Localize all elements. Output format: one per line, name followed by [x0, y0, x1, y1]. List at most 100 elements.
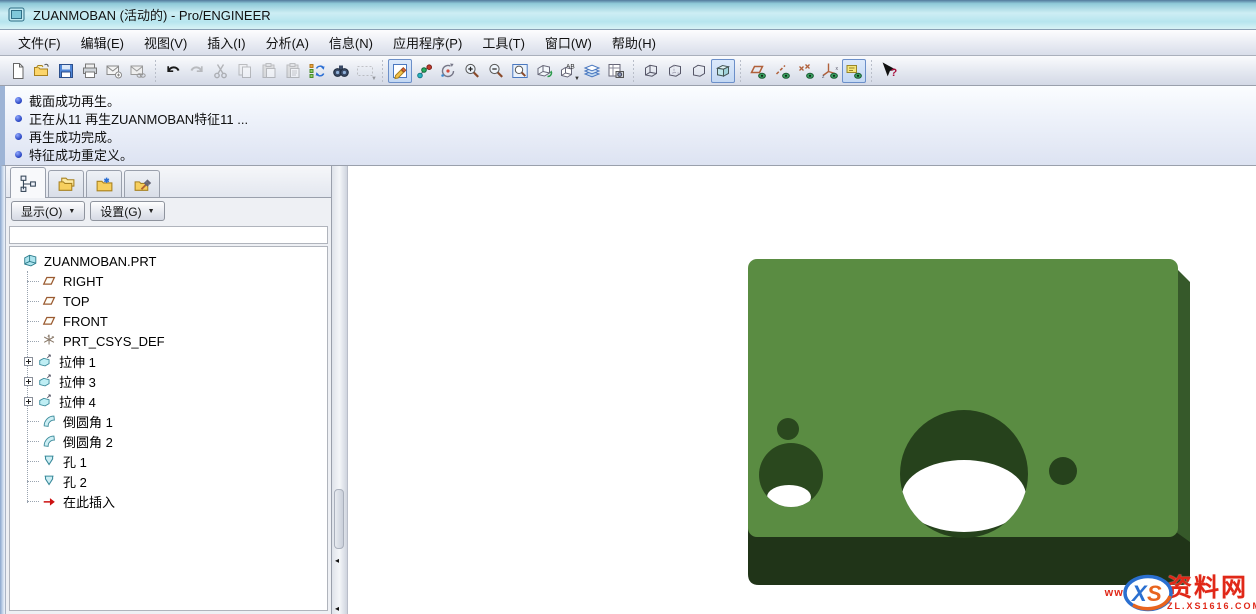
menu-info[interactable]: 信息(N): [319, 30, 383, 55]
refit-icon[interactable]: [508, 59, 532, 83]
tree-item-label: TOP: [63, 294, 90, 309]
graphics-area[interactable]: www. X S 资料网 ZL.XS1616.COM: [348, 166, 1256, 614]
folder-browser-tab[interactable]: [48, 170, 84, 197]
hole-icon: [41, 453, 58, 469]
small-hole-right[interactable]: [1049, 457, 1077, 485]
tree-connector: [27, 421, 39, 422]
menu-insert[interactable]: 插入(I): [197, 30, 255, 55]
wireframe-display-icon[interactable]: [639, 59, 663, 83]
model-tree: ZUANMOBAN.PRTRIGHT TOP FRONT PRT_CSYS_DEF 拉伸…: [9, 246, 328, 611]
tree-item-csys-def[interactable]: PRT_CSYS_DEF: [10, 331, 327, 351]
find-icon[interactable]: [329, 59, 353, 83]
tree-item-extrude-4[interactable]: 拉伸 4: [10, 391, 327, 411]
new-file-icon[interactable]: [6, 59, 30, 83]
small-hole-left[interactable]: [777, 418, 799, 440]
tree-item-round-1[interactable]: 倒圆角 1: [10, 411, 327, 431]
csys-toggle-icon[interactable]: zx: [818, 59, 842, 83]
3d-part-zuanmoban[interactable]: [348, 166, 1256, 614]
tree-item-label: 孔 2: [63, 472, 87, 491]
message-line: 特征成功重定义。: [15, 145, 1256, 163]
tree-item-hole-2[interactable]: 孔 2: [10, 471, 327, 491]
tree-item-label: 拉伸 3: [59, 372, 96, 391]
collapse-left-icon[interactable]: ◂: [335, 604, 339, 613]
model-tree-tab[interactable]: [10, 167, 46, 198]
title-bar[interactable]: ZUANMOBAN (活动的) - Pro/ENGINEER: [0, 0, 1256, 30]
selection-filter-box: ▼: [353, 59, 377, 83]
tree-item-plane-front[interactable]: FRONT: [10, 311, 327, 331]
zoom-out-icon[interactable]: [484, 59, 508, 83]
mail-attachment-icon[interactable]: [102, 59, 126, 83]
datum-plane-icon: [41, 293, 58, 309]
shaded-display-icon[interactable]: [711, 59, 735, 83]
tree-item-extrude-1[interactable]: 拉伸 1: [10, 351, 327, 371]
part-side-face[interactable]: [1176, 268, 1190, 542]
expander-icon[interactable]: [24, 377, 33, 386]
collapse-left-icon[interactable]: ◂: [335, 556, 339, 565]
chevron-down-icon[interactable]: ▼: [371, 76, 377, 82]
menu-file[interactable]: 文件(F): [8, 30, 71, 55]
menu-help[interactable]: 帮助(H): [602, 30, 666, 55]
paste-special-icon: [281, 59, 305, 83]
undo-icon[interactable]: [161, 59, 185, 83]
menu-applications[interactable]: 应用程序(P): [383, 30, 472, 55]
datum-points-toggle-icon[interactable]: [794, 59, 818, 83]
message-area: 截面成功再生。正在从11 再生ZUANMOBAN特征11 ...再生成功完成。特…: [0, 86, 1256, 166]
tree-item-plane-top[interactable]: TOP: [10, 291, 327, 311]
tree-item-plane-right[interactable]: RIGHT: [10, 271, 327, 291]
view-manager-icon[interactable]: [604, 59, 628, 83]
favorites-tab[interactable]: [86, 170, 122, 197]
expander-icon[interactable]: [24, 357, 33, 366]
svg-text:S: S: [1147, 581, 1162, 606]
tree-item-part-root[interactable]: ZUANMOBAN.PRT: [10, 251, 327, 271]
sketch-display-icon[interactable]: [388, 59, 412, 83]
watermark: www. X S 资料网 ZL.XS1616.COM: [1105, 572, 1256, 614]
toolbar-separator: [152, 60, 159, 82]
hidden-line-display-icon[interactable]: [663, 59, 687, 83]
tree-connector: [27, 481, 39, 482]
save-icon[interactable]: [54, 59, 78, 83]
menu-analysis[interactable]: 分析(A): [256, 30, 319, 55]
svg-text:?: ?: [891, 67, 898, 79]
zoom-in-icon[interactable]: [460, 59, 484, 83]
menu-window[interactable]: 窗口(W): [535, 30, 602, 55]
datum-planes-toggle-icon[interactable]: [746, 59, 770, 83]
tree-item-label: PRT_CSYS_DEF: [63, 334, 165, 349]
panel-splitter[interactable]: ◂ ◂: [332, 166, 348, 614]
tree-item-label: 孔 1: [63, 452, 87, 471]
tree-connector: [27, 341, 39, 342]
print-icon[interactable]: [78, 59, 102, 83]
regenerate-icon[interactable]: [305, 59, 329, 83]
tree-item-hole-1[interactable]: 孔 1: [10, 451, 327, 471]
tree-item-insert-here[interactable]: 在此插入: [10, 491, 327, 511]
svg-text:x: x: [836, 66, 839, 72]
datum-display-icon[interactable]: [412, 59, 436, 83]
history-tab[interactable]: [124, 170, 160, 197]
open-file-icon[interactable]: [30, 59, 54, 83]
reorient-icon[interactable]: [532, 59, 556, 83]
menu-edit[interactable]: 编辑(E): [71, 30, 134, 55]
expander-icon[interactable]: [24, 397, 33, 406]
spin-center-icon[interactable]: [436, 59, 460, 83]
main-toolbar: ▼ AB▼ zx?: [0, 56, 1256, 86]
settings-button-label: 设置(G): [100, 203, 141, 220]
layers-icon[interactable]: [580, 59, 604, 83]
no-hidden-display-icon[interactable]: [687, 59, 711, 83]
tree-item-extrude-3[interactable]: 拉伸 3: [10, 371, 327, 391]
splitter-thumb[interactable]: [334, 489, 344, 549]
settings-button[interactable]: 设置(G) ▼: [90, 201, 164, 221]
message-text: 正在从11 再生ZUANMOBAN特征11 ...: [29, 109, 248, 128]
annotation-toggle-icon[interactable]: [842, 59, 866, 83]
mail-link-icon[interactable]: [126, 59, 150, 83]
datum-axes-toggle-icon[interactable]: [770, 59, 794, 83]
chevron-down-icon: ▼: [148, 208, 155, 215]
toolbar-separator: [630, 60, 637, 82]
tree-item-round-2[interactable]: 倒圆角 2: [10, 431, 327, 451]
show-button[interactable]: 显示(O) ▼: [11, 201, 85, 221]
menu-view[interactable]: 视图(V): [134, 30, 197, 55]
toolbar-separator: [379, 60, 386, 82]
show-button-label: 显示(O): [21, 203, 62, 220]
menu-tools[interactable]: 工具(T): [472, 30, 535, 55]
named-views-icon[interactable]: AB▼: [556, 59, 580, 83]
context-help-icon[interactable]: ?: [877, 59, 901, 83]
message-bullet-icon: [15, 97, 22, 104]
